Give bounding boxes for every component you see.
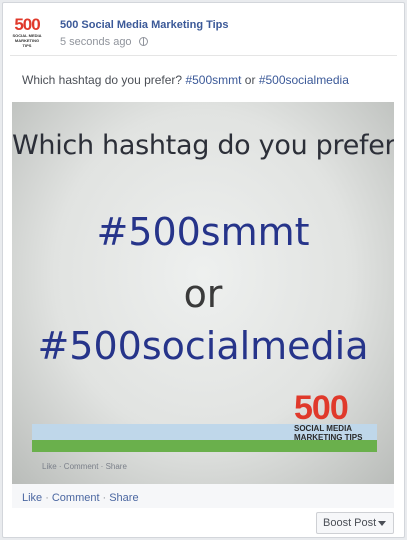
share-link[interactable]: Share: [109, 492, 138, 504]
photo-hashtag-1: #500smmt: [96, 210, 310, 254]
photo-logo-line2: MARKETING TIPS: [294, 433, 363, 442]
photo-logo-line1: SOCIAL MEDIA: [294, 424, 353, 433]
photo-logo: 500 SOCIAL MEDIA MARKETING TIPS: [294, 389, 376, 442]
photo-inner-actions: Like · Comment · Share: [42, 462, 127, 471]
hashtag-link-500smmt[interactable]: #500smmt: [185, 73, 241, 87]
separator: ·: [102, 492, 107, 504]
photo-hashtag-2: #500socialmedia: [37, 324, 369, 368]
post-text: Which hashtag do you prefer? #500smmt or…: [22, 73, 349, 87]
comment-link[interactable]: Comment: [52, 492, 100, 504]
caret-down-icon: [378, 521, 386, 526]
separator: ·: [45, 492, 49, 504]
post-meta: 5 seconds ago: [60, 36, 148, 48]
avatar-number: 500: [14, 16, 40, 34]
post-photo[interactable]: Which hashtag do you prefer? #500smmt or…: [12, 102, 394, 484]
hashtag-link-500socialmedia[interactable]: #500socialmedia: [259, 73, 349, 87]
like-link[interactable]: Like: [22, 492, 42, 504]
post-text-or: or: [241, 73, 259, 87]
post-text-prefix: Which hashtag do you prefer?: [22, 73, 186, 87]
photo-title-text: Which hashtag do you prefer?: [12, 130, 394, 161]
timestamp-link[interactable]: 5 seconds ago: [60, 36, 132, 48]
post-actions: Like · Comment · Share: [22, 492, 139, 504]
globe-icon[interactable]: [138, 37, 148, 46]
avatar-tagline: SOCIAL MEDIA MARKETING TIPS: [12, 33, 42, 48]
photo-logo-number: 500: [294, 389, 349, 427]
page-name-link[interactable]: 500 Social Media Marketing Tips: [60, 19, 229, 31]
page-avatar[interactable]: 500 SOCIAL MEDIA MARKETING TIPS: [10, 16, 44, 50]
boost-post-button[interactable]: Boost Post: [316, 512, 394, 534]
photo-or-text: or: [183, 272, 223, 316]
boost-post-label: Boost Post: [323, 517, 377, 529]
